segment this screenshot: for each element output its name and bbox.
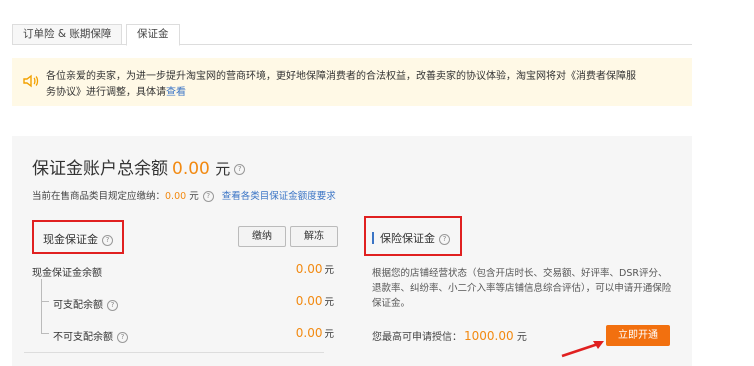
cash-balance-value: 0.00 元 (295, 262, 334, 276)
open-now-button[interactable]: 立即开通 (606, 325, 670, 346)
help-icon[interactable]: ? (107, 299, 118, 311)
tree-line (41, 279, 42, 334)
help-icon[interactable]: ? (202, 191, 214, 202)
cash-deposit-title: 现金保证金? (43, 231, 113, 247)
notice-text: 各位亲爱的卖家，为进一步提升淘宝网的营商环境，更好地保障消费者的合法权益，改善卖… (46, 71, 636, 98)
available-balance-label: 可支配余额? (53, 296, 118, 311)
total-amount: 0.00 (172, 159, 210, 179)
frozen-balance-label: 不可支配余额? (53, 328, 128, 343)
page-title: 保证金账户总余额 0.00 元? (32, 154, 246, 179)
help-icon[interactable]: ? (117, 331, 128, 343)
speaker-icon (23, 74, 39, 91)
help-icon[interactable]: ? (234, 163, 246, 175)
tab-deposit[interactable]: 保证金 (126, 24, 180, 46)
pay-button[interactable]: 缴纳 (238, 226, 286, 247)
tab-order-insurance[interactable]: 订单险 & 账期保障 (12, 24, 123, 44)
credit-limit: 您最高可申请授信： 1000.00 元 (372, 329, 527, 343)
notice-banner: 各位亲爱的卖家，为进一步提升淘宝网的营商环境，更好地保障消费者的合法权益，改善卖… (12, 58, 692, 106)
frozen-balance-value: 0.00 元 (295, 326, 334, 340)
cash-balance-label: 现金保证金余额 (32, 268, 102, 279)
required-deposit: 当前在售商品类目规定应缴纳：0.00 元? 查看各类目保证金额度要求 (32, 191, 336, 202)
help-icon[interactable]: ? (439, 233, 450, 245)
release-button[interactable]: 解冻 (290, 226, 338, 247)
available-balance-value: 0.00 元 (295, 294, 334, 308)
help-icon[interactable]: ? (102, 234, 113, 246)
arrow-annotation (561, 341, 604, 358)
insurance-description: 根据您的店铺经营状态（包含开店时长、交易额、好评率、DSR评分、退款率、纠纷率、… (372, 268, 672, 309)
insurance-deposit-title: 保险保证金? (380, 230, 450, 246)
tab-bar: 订单险 & 账期保障 保证金 (12, 24, 692, 46)
deposit-panel: 保证金账户总余额 0.00 元? 当前在售商品类目规定应缴纳：0.00 元? 查看各… (12, 136, 692, 366)
view-requirements-link[interactable]: 查看各类目保证金额度要求 (222, 191, 336, 202)
notice-link[interactable]: 查看 (166, 87, 186, 98)
